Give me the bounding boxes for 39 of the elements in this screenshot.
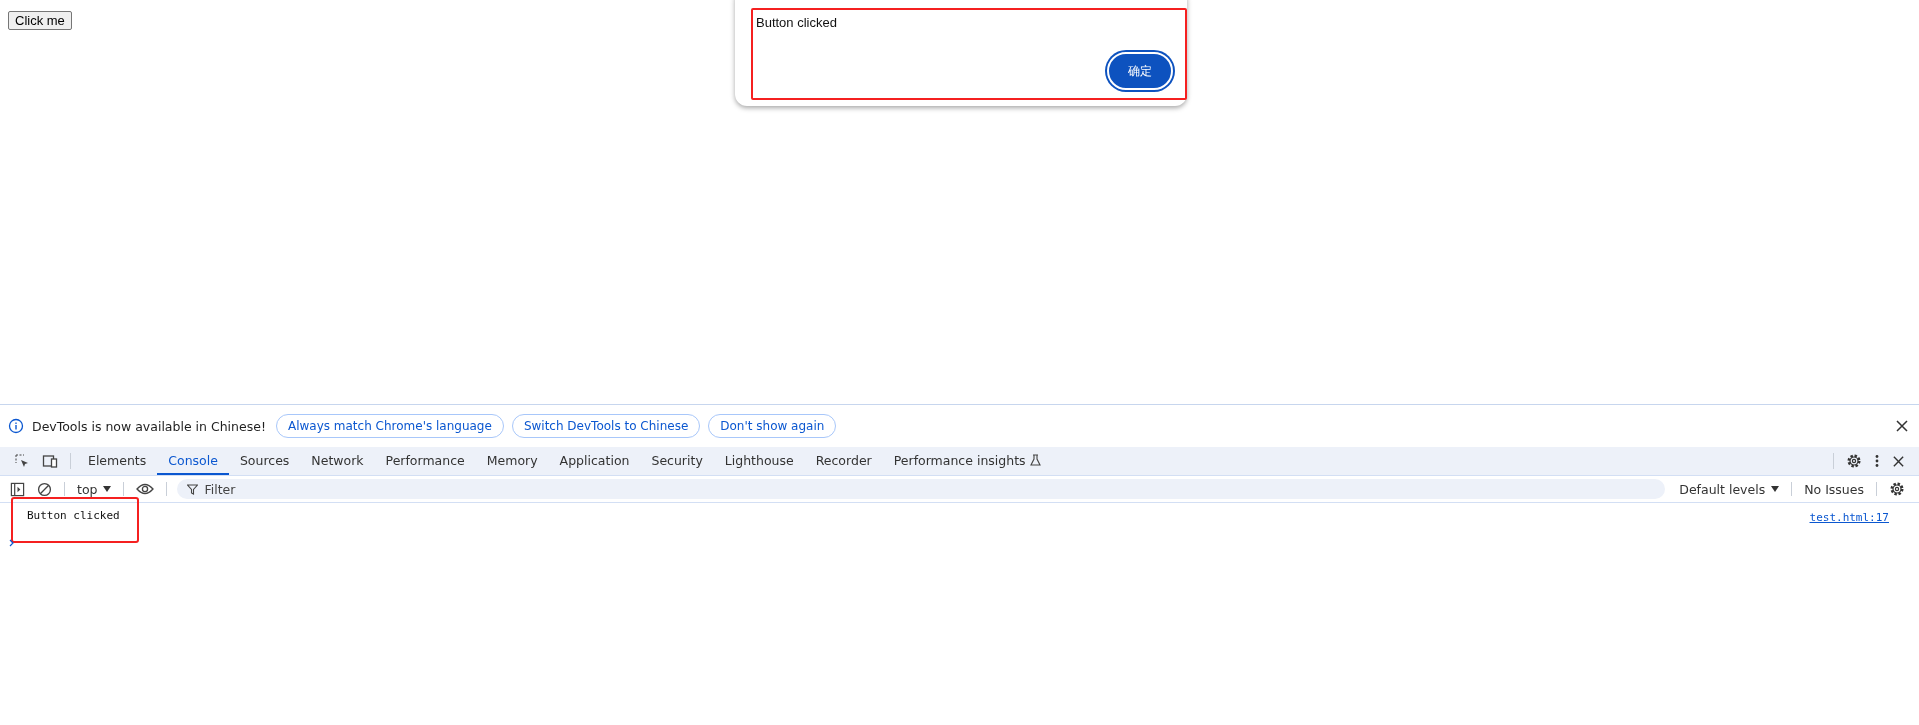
clear-icon[interactable] <box>37 481 52 497</box>
dialog-message: Button clicked <box>756 15 838 30</box>
banner-button[interactable]: Switch DevTools to Chinese <box>511 414 701 438</box>
issues-counter[interactable]: No Issues <box>1798 476 1870 502</box>
inspect-icon[interactable] <box>14 453 30 469</box>
info-icon <box>8 418 24 434</box>
context-dropdown[interactable]: top <box>71 476 118 502</box>
caret-icon <box>1771 486 1780 492</box>
banner-message: DevTools is now available in Chinese! <box>32 418 266 434</box>
settings-icon[interactable] <box>1846 453 1862 469</box>
panel-tab[interactable]: Performance insights <box>882 447 1052 475</box>
panel-tab[interactable]: Lighthouse <box>713 447 805 475</box>
device-icon[interactable] <box>42 453 58 469</box>
more-icon[interactable] <box>1874 454 1880 468</box>
panel-tab[interactable]: Application <box>548 447 641 475</box>
sidebar-icon[interactable] <box>10 481 25 497</box>
click-me-button[interactable]: Click me <box>8 11 72 30</box>
banner-button[interactable]: Always match Chrome's language <box>275 414 504 438</box>
panel-tab[interactable]: Console <box>157 447 229 475</box>
panel-tab[interactable]: Security <box>640 447 714 475</box>
panel-tab[interactable]: Sources <box>228 447 301 475</box>
close-icon[interactable] <box>1892 454 1905 468</box>
levels-dropdown[interactable]: Default levels <box>1673 476 1786 502</box>
filter-field[interactable]: Filter <box>177 479 1666 499</box>
panel-tab[interactable]: Elements <box>77 447 158 475</box>
panel-tab[interactable]: Recorder <box>804 447 883 475</box>
panel-tab[interactable]: Memory <box>475 447 549 475</box>
panel-tab[interactable]: Network <box>300 447 375 475</box>
eye-icon[interactable] <box>136 483 155 495</box>
close-icon[interactable] <box>1895 419 1909 433</box>
caret-icon <box>103 486 112 492</box>
console-message: Button clicked <box>27 509 120 522</box>
confirm-button[interactable]: 确定 <box>1107 52 1173 90</box>
flask-icon <box>1029 454 1041 466</box>
source-link[interactable]: test.html:17 <box>1809 511 1889 524</box>
settings-icon[interactable] <box>1889 481 1905 497</box>
banner-button[interactable]: Don't show again <box>708 414 837 438</box>
panel-tab[interactable]: Performance <box>374 447 476 475</box>
prompt-icon <box>9 539 15 547</box>
